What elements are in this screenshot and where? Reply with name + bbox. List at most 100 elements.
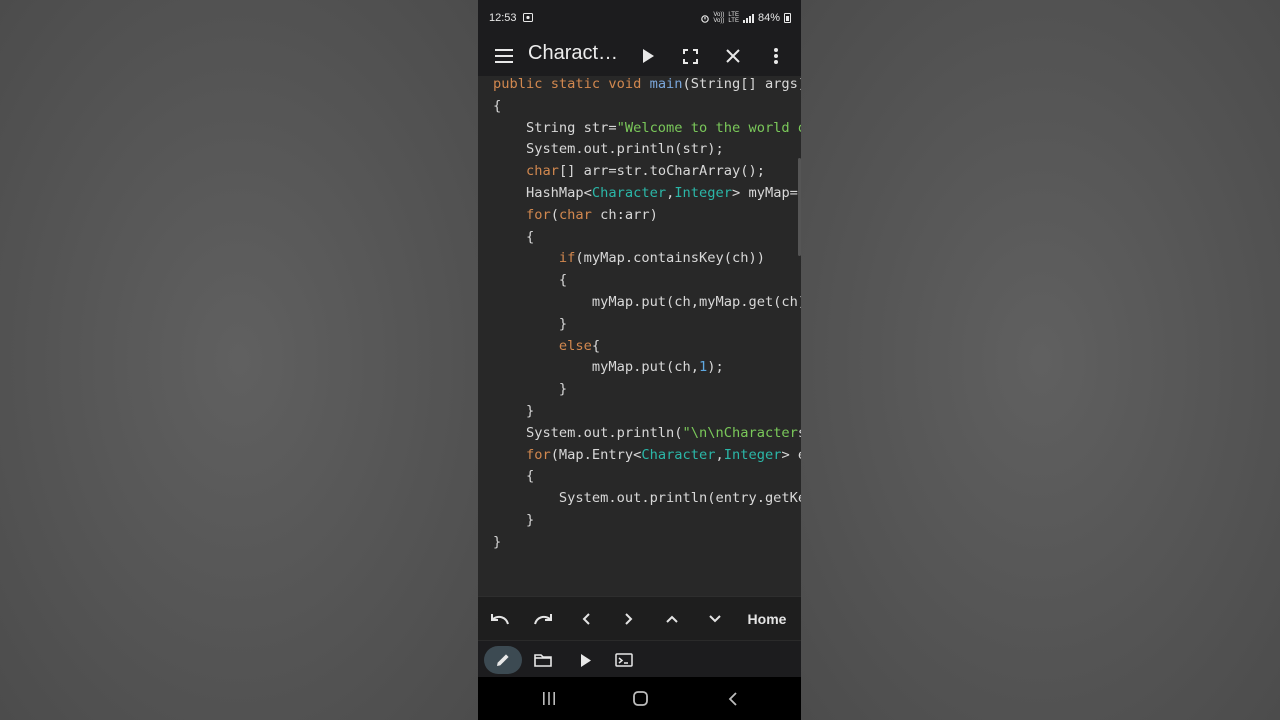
network-label-lte: LTE LTE — [728, 12, 739, 24]
arrow-up-icon[interactable] — [660, 597, 684, 641]
code-token: , — [715, 446, 724, 463]
code-line[interactable]: } — [493, 379, 801, 401]
code-token: (Map.Entry< — [550, 446, 642, 463]
code-token: ); — [707, 359, 724, 376]
network-label-volte: Vo)) Vo)) — [713, 12, 725, 24]
fullscreen-icon[interactable] — [678, 44, 702, 68]
code-token: for — [493, 446, 551, 463]
home-key[interactable]: Home — [742, 597, 792, 641]
code-token: Integer — [723, 446, 782, 463]
code-line[interactable]: System.out.println(entry.getKey()+" "+en… — [493, 488, 801, 510]
code-token: > myMap=new HashMap<>(); — [732, 184, 801, 201]
editor-scrollbar[interactable] — [798, 158, 801, 256]
run-icon[interactable] — [566, 646, 604, 674]
code-line[interactable]: public static void main(String[] args) — [493, 76, 801, 96]
home-icon[interactable] — [625, 677, 655, 720]
code-token: > entry:myMap.entrySet()) — [781, 446, 801, 463]
background-right — [801, 0, 1280, 720]
code-line[interactable]: char[] arr=str.toCharArray(); — [493, 161, 801, 183]
code-line[interactable]: for(char ch:arr) — [493, 205, 801, 227]
code-line[interactable]: { — [493, 227, 801, 249]
status-right: Vo)) Vo)) LTE LTE 84% — [701, 12, 791, 24]
arrow-down-icon[interactable] — [703, 597, 727, 641]
code-token: else — [493, 337, 592, 354]
code-line[interactable]: myMap.put(ch,1); — [493, 357, 801, 379]
redo-icon[interactable] — [527, 597, 559, 641]
code-token: } — [493, 315, 568, 332]
code-line[interactable]: } — [493, 314, 801, 336]
code-line[interactable]: } — [493, 401, 801, 423]
code-token: { — [591, 337, 601, 354]
code-token: { — [493, 228, 535, 245]
code-editor[interactable]: public static void main(String[] args){ … — [478, 76, 801, 596]
code-line[interactable]: if(myMap.containsKey(ch)) — [493, 248, 801, 270]
code-token: ( — [550, 206, 559, 223]
menu-icon[interactable] — [492, 44, 516, 68]
code-token: { — [493, 468, 535, 485]
code-token: String str= — [493, 119, 617, 136]
screen-record-icon — [523, 13, 533, 24]
code-token: System.out.println(str); — [493, 141, 724, 158]
app-bar: Charact… — [478, 36, 801, 76]
code-line[interactable]: myMap.put(ch,myMap.get(ch)+1); — [493, 292, 801, 314]
back-icon[interactable] — [717, 677, 747, 720]
system-nav-bar — [478, 677, 801, 720]
code-token: s count"); — [798, 425, 801, 441]
code-line[interactable]: else{ — [493, 336, 801, 358]
bottom-toolbar — [478, 640, 801, 678]
extra-keys-bar: Home — [478, 596, 801, 641]
code-token: } — [493, 511, 535, 528]
code-token: void — [608, 76, 650, 92]
code-token: "\n\nCharacter — [682, 424, 798, 441]
code-token: myMap.put(ch, — [493, 359, 700, 376]
code-line[interactable]: } — [493, 532, 801, 554]
code-line[interactable]: { — [493, 466, 801, 488]
status-bar: 12:53 Vo)) Vo)) LTE LTE 84% — [478, 0, 801, 36]
code-token: char — [558, 206, 601, 223]
terminal-icon[interactable] — [605, 646, 643, 674]
code-line[interactable]: for(Map.Entry<Character,Integer> entry:m… — [493, 445, 801, 467]
background-left — [0, 0, 478, 720]
phone-screen: 12:53 Vo)) Vo)) LTE LTE 84% Charact… pub… — [478, 0, 801, 720]
code-token: (String[] args) — [682, 76, 801, 92]
code-token: Character — [591, 184, 667, 201]
code-token: for — [493, 206, 551, 223]
code-token: static — [550, 76, 609, 92]
code-line[interactable]: { — [493, 270, 801, 292]
more-vert-icon[interactable] — [764, 44, 788, 68]
code-token: ch:arr) — [600, 206, 658, 223]
code-token: { — [493, 272, 568, 289]
file-title: Charact… — [528, 42, 619, 64]
code-line[interactable]: { — [493, 96, 801, 118]
code-line[interactable]: System.out.println("\n\nCharacters count… — [493, 423, 801, 445]
close-icon[interactable] — [721, 44, 745, 68]
code-token: Character — [641, 446, 716, 463]
edit-icon[interactable] — [484, 646, 522, 674]
code-token: Integer — [674, 184, 732, 201]
code-token: char — [493, 163, 559, 180]
code-token: [] arr=str.toCharArray(); — [558, 163, 765, 180]
code-line[interactable]: } — [493, 510, 801, 532]
battery-percent: 84% — [757, 12, 780, 24]
arrow-left-icon[interactable] — [574, 597, 598, 641]
code-token: HashMap< — [493, 184, 592, 201]
code-token: { — [493, 97, 502, 114]
code-token: System.out.println(entry.getKey()+" "+en… — [558, 490, 801, 507]
code-line[interactable]: System.out.println(str); — [493, 139, 801, 161]
code-token: myMap.put(ch,myMap.get(ch)+1); — [591, 293, 801, 310]
folder-icon[interactable] — [524, 646, 562, 674]
code-token: public — [493, 76, 551, 92]
code-line[interactable]: String str="Welcome to the world of Java… — [493, 118, 801, 140]
code-line[interactable]: HashMap<Character,Integer> myMap=new Has… — [493, 183, 801, 205]
run-icon[interactable] — [636, 44, 660, 68]
code-token: main — [649, 76, 683, 92]
code-content[interactable]: public static void main(String[] args){ … — [493, 76, 801, 554]
code-token: if — [493, 250, 576, 267]
code-token: } — [493, 402, 535, 419]
code-token: (myMap.containsKey(ch)) — [575, 250, 765, 267]
undo-icon[interactable] — [484, 597, 516, 641]
recents-icon[interactable] — [534, 677, 564, 720]
arrow-right-icon[interactable] — [617, 597, 641, 641]
battery-icon — [784, 13, 791, 23]
code-token: "Welcome to the world of Java"; — [616, 119, 801, 136]
